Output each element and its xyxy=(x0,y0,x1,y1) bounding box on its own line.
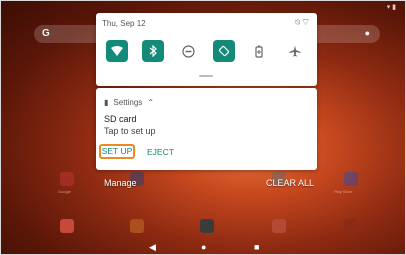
notification-text: Tap to set up xyxy=(104,126,156,136)
app-icon xyxy=(344,172,358,186)
home-icon[interactable]: ● xyxy=(201,241,206,253)
bluetooth-icon xyxy=(149,45,157,57)
airplane-mode-tile[interactable] xyxy=(284,40,306,62)
manage-button[interactable]: Manage xyxy=(104,178,137,188)
settings-icon[interactable] xyxy=(200,219,214,233)
google-app-icon[interactable] xyxy=(272,219,286,233)
quick-settings-tiles xyxy=(106,40,311,62)
home-screen: ▾ ▮ G ● Google Play Store Thu, Sep 12 ⍉ … xyxy=(0,0,406,255)
battery-saver-tile[interactable] xyxy=(248,40,270,62)
navigation-bar: ◀ ● ■ xyxy=(0,240,406,255)
alarm-off-icon: ⍉ xyxy=(295,18,301,27)
wifi-icon xyxy=(111,46,123,56)
sd-card-notification[interactable]: ▮ Settings ⌃ SD card Tap to set up SET U… xyxy=(96,88,317,170)
drag-handle[interactable] xyxy=(199,75,213,77)
back-icon[interactable]: ◀ xyxy=(149,241,156,253)
wifi-status-icon: ▽ xyxy=(302,18,309,27)
app-icon xyxy=(60,172,74,186)
date-label: Thu, Sep 12 xyxy=(102,19,146,28)
battery-saver-icon xyxy=(255,45,263,58)
set-up-button[interactable]: SET UP xyxy=(99,144,135,159)
mic-icon: ● xyxy=(364,28,370,38)
quick-settings-panel: Thu, Sep 12 ⍉ ▽ xyxy=(96,13,317,86)
notification-app-name: Settings xyxy=(113,97,143,107)
wifi-tile[interactable] xyxy=(106,40,128,62)
clear-all-button[interactable]: CLEAR ALL xyxy=(266,178,314,188)
app-drawer-icon[interactable] xyxy=(344,219,358,233)
status-bar: ▾ ▮ xyxy=(0,0,406,14)
status-icons: ▾ ▮ xyxy=(386,4,396,11)
chevron-up-icon[interactable]: ⌃ xyxy=(147,98,154,107)
do-not-disturb-icon xyxy=(181,44,195,58)
notification-title: SD card xyxy=(104,114,137,124)
chrome-icon[interactable] xyxy=(130,219,144,233)
sd-card-icon: ▮ xyxy=(104,97,109,107)
auto-rotate-icon xyxy=(218,45,230,57)
app-label: Google xyxy=(58,189,71,194)
eject-button[interactable]: EJECT xyxy=(147,147,174,157)
airplane-icon xyxy=(289,45,301,57)
do-not-disturb-tile[interactable] xyxy=(177,40,199,62)
bluetooth-tile[interactable] xyxy=(142,40,164,62)
app-label: Play Store xyxy=(334,189,353,194)
google-g-icon: G xyxy=(42,28,50,39)
qs-status-icons: ⍉ ▽ xyxy=(295,18,309,28)
gmail-icon[interactable] xyxy=(60,219,74,233)
recents-icon[interactable]: ■ xyxy=(254,241,259,253)
notification-header[interactable]: ▮ Settings ⌃ xyxy=(104,97,154,107)
auto-rotate-tile[interactable] xyxy=(213,40,235,62)
